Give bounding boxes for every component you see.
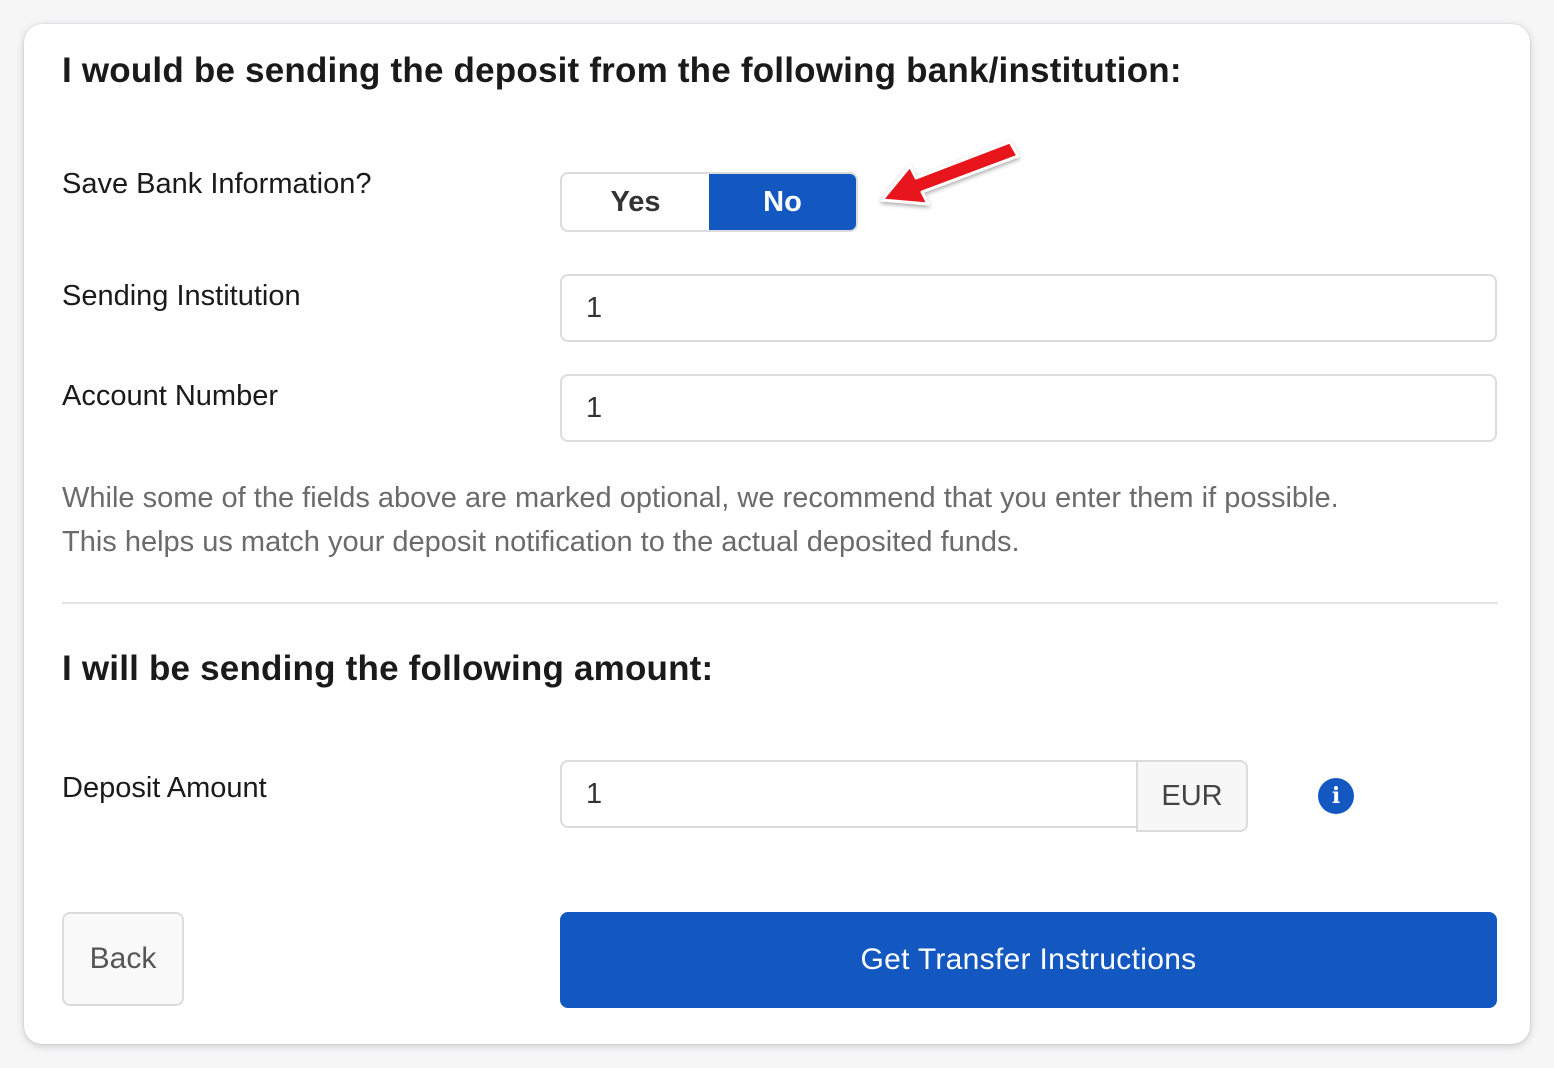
currency-addon: EUR (1136, 760, 1248, 832)
section-divider (62, 602, 1498, 604)
account-number-input[interactable]: 1 (560, 374, 1497, 442)
save-bank-no-button[interactable]: No (709, 174, 856, 230)
back-button[interactable]: Back (62, 912, 184, 1006)
help-text-line-1: While some of the fields above are marke… (62, 482, 1339, 514)
amount-section-title: I will be sending the following amount: (62, 649, 714, 688)
save-bank-toggle: Yes No (560, 172, 858, 232)
deposit-amount-label: Deposit Amount (62, 772, 267, 804)
sending-institution-label: Sending Institution (62, 280, 301, 312)
deposit-amount-input[interactable]: 1 (560, 760, 1138, 828)
account-number-label: Account Number (62, 380, 278, 412)
optional-fields-help-text: While some of the fields above are marke… (62, 476, 1502, 564)
save-bank-label: Save Bank Information? (62, 168, 372, 200)
sending-institution-input[interactable]: 1 (560, 274, 1497, 342)
deposit-form-card: I would be sending the deposit from the … (24, 24, 1530, 1044)
info-icon[interactable]: i (1318, 778, 1354, 814)
help-text-line-2: This helps us match your deposit notific… (62, 526, 1020, 558)
save-bank-yes-button[interactable]: Yes (562, 174, 709, 230)
get-transfer-instructions-button[interactable]: Get Transfer Instructions (560, 912, 1497, 1008)
bank-section-title: I would be sending the deposit from the … (62, 51, 1182, 90)
annotation-arrow-icon (880, 140, 1020, 206)
